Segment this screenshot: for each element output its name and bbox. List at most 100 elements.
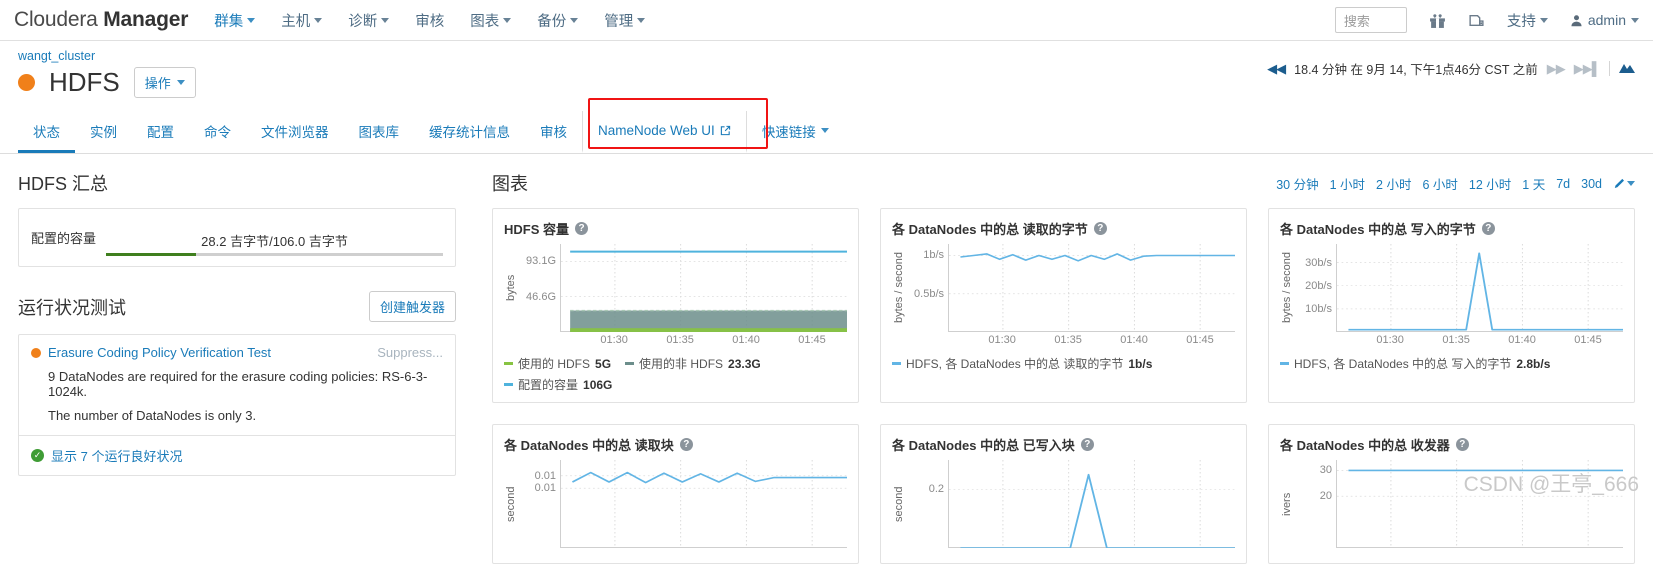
gift-icon[interactable]: [1429, 12, 1446, 29]
help-icon[interactable]: ?: [1080, 438, 1094, 451]
fast-forward-icon[interactable]: ▶▶: [1547, 61, 1566, 77]
chevron-down-icon: [820, 128, 829, 133]
range-7d[interactable]: 7d: [1556, 177, 1570, 191]
chevron-down-icon: [570, 17, 579, 23]
legend-label: HDFS, 各 DataNodes 中的总 读取的字节: [906, 357, 1124, 371]
nav-label: 管理: [604, 13, 634, 30]
nav-item-support[interactable]: 支持: [1507, 10, 1548, 31]
search-input-wrapper[interactable]: 搜索: [1334, 7, 1407, 33]
avatar-icon: [1571, 14, 1582, 26]
chart-canvas[interactable]: [948, 244, 1235, 332]
tab-quick-links[interactable]: 快速链接: [745, 111, 844, 153]
legend-item[interactable]: 配置的容量 106G: [504, 376, 612, 393]
help-icon[interactable]: ?: [1481, 222, 1495, 235]
tab-namenode-web-ui[interactable]: NameNode Web UI: [582, 111, 746, 153]
help-icon[interactable]: ?: [679, 438, 693, 451]
range-1hour[interactable]: 1 小时: [1330, 174, 1365, 193]
y-tick: 10b/s: [1305, 302, 1332, 315]
nav-label: 主机: [281, 13, 311, 30]
y-tick: 1b/s: [923, 249, 944, 262]
legend-label: 配置的容量: [518, 378, 579, 392]
y-tick: 30: [1319, 464, 1332, 477]
legend-swatch: [892, 362, 901, 365]
tab-label: 图表库: [358, 124, 400, 140]
range-30d[interactable]: 30d: [1581, 177, 1602, 191]
legend-item[interactable]: 使用的非 HDFS 23.3G: [625, 355, 761, 372]
help-icon[interactable]: ?: [1455, 438, 1469, 451]
x-tick: 01:40: [1508, 334, 1536, 346]
nav-item-audits[interactable]: 审核: [415, 10, 444, 31]
create-trigger-button[interactable]: 创建触发器: [368, 291, 456, 322]
health-test-item: Erasure Coding Policy Verification Test …: [19, 335, 455, 435]
chart-canvas[interactable]: [560, 244, 847, 332]
range-30min[interactable]: 30 分钟: [1276, 174, 1318, 193]
skip-to-end-icon[interactable]: ▶▶▌: [1574, 61, 1601, 77]
charts-grid: HDFS 容量? bytes 93.1G 46.6G 01:30 01:35 01:40 01…: [492, 208, 1635, 564]
y-axis-ticks: 0.2: [906, 460, 948, 548]
range-12hour[interactable]: 12 小时: [1469, 174, 1511, 193]
nav-item-hosts[interactable]: 主机: [281, 10, 323, 31]
page-title: HDFS: [49, 67, 120, 97]
range-1day[interactable]: 1 天: [1522, 174, 1545, 193]
check-circle-icon: ✓: [31, 449, 44, 462]
capacity-meter: 28.2 吉字节/106.0 吉字节: [106, 219, 443, 256]
tab-commands[interactable]: 命令: [189, 111, 246, 153]
chevron-down-icon: [314, 17, 323, 23]
app-brand[interactable]: Cloudera Manager: [14, 8, 188, 32]
tab-instances[interactable]: 实例: [75, 111, 132, 153]
pencil-icon[interactable]: [1613, 178, 1635, 190]
range-2hour[interactable]: 2 小时: [1376, 174, 1411, 193]
nav-item-backup[interactable]: 备份: [537, 10, 579, 31]
search-input[interactable]: 搜索: [1344, 11, 1370, 30]
health-good-row[interactable]: ✓ 显示 7 个运行良好状况: [19, 435, 455, 475]
nav-item-diagnostics[interactable]: 诊断: [348, 10, 390, 31]
legend-item[interactable]: 使用的 HDFS 5G: [504, 355, 611, 372]
legend-swatch: [504, 383, 513, 386]
y-tick: 0.2: [928, 483, 944, 496]
tab-audits[interactable]: 审核: [525, 111, 582, 153]
legend-item[interactable]: HDFS, 各 DataNodes 中的总 读取的字节 1b/s: [892, 355, 1152, 372]
help-icon[interactable]: ?: [1093, 222, 1107, 235]
tab-label: 文件浏览器: [261, 124, 329, 140]
page-header: wangt_cluster HDFS 操作 ◀◀ 18.4 分钟 在 9月 14…: [0, 41, 1653, 98]
chart-title: 各 DataNodes 中的总 已写入块?: [892, 435, 1235, 454]
tab-label: NameNode Web UI: [598, 123, 715, 138]
time-range-text: 18.4 分钟 在 9月 14, 下午1点46分 CST 之前: [1294, 63, 1538, 77]
nav-item-charts[interactable]: 图表: [470, 10, 512, 31]
x-tick: 01:45: [1574, 334, 1602, 346]
chart-canvas[interactable]: [1336, 244, 1623, 332]
user-label: admin: [1587, 12, 1626, 28]
health-test-name[interactable]: Erasure Coding Policy Verification Test: [48, 345, 271, 360]
chart-canvas[interactable]: [948, 460, 1235, 549]
chart-canvas[interactable]: [560, 460, 847, 548]
chart-plot: bytes / second 30b/s 20b/s 10b/s: [1280, 244, 1623, 332]
status-badge: [18, 74, 35, 91]
chart-icon[interactable]: [1619, 61, 1635, 77]
chart-canvas[interactable]: [1336, 460, 1623, 548]
suppress-link[interactable]: Suppress...: [377, 345, 443, 360]
tab-configuration[interactable]: 配置: [132, 111, 189, 153]
y-tick: 0.01: [534, 469, 556, 482]
nav-item-administration[interactable]: 管理: [604, 10, 646, 31]
x-tick: 01:40: [1120, 334, 1148, 346]
tab-status[interactable]: 状态: [18, 111, 75, 153]
support-label: 支持: [1506, 13, 1536, 30]
nav-item-clusters[interactable]: 群集: [214, 10, 256, 31]
show-good-health-link[interactable]: 显示 7 个运行良好状况: [51, 446, 182, 465]
health-test-message-1: 9 DataNodes are required for the erasure…: [48, 369, 428, 399]
chart-plot: bytes / second 1b/s 0.5b/s: [892, 244, 1235, 332]
tab-file-browser[interactable]: 文件浏览器: [246, 111, 344, 153]
user-menu[interactable]: admin: [1570, 12, 1639, 28]
parcel-icon[interactable]: [1468, 12, 1485, 29]
actions-button[interactable]: 操作: [133, 67, 196, 98]
health-test-head: Erasure Coding Policy Verification Test …: [31, 345, 443, 360]
range-6hour[interactable]: 6 小时: [1422, 174, 1457, 193]
tab-cache-statistics[interactable]: 缓存统计信息: [414, 111, 525, 153]
chart-title-text: 各 DataNodes 中的总 收发器: [1280, 438, 1450, 453]
tab-charts-library[interactable]: 图表库: [344, 111, 415, 153]
help-icon[interactable]: ?: [575, 222, 589, 235]
y-axis-label: second: [893, 486, 905, 522]
legend-item[interactable]: HDFS, 各 DataNodes 中的总 写入的字节 2.8b/s: [1280, 355, 1550, 372]
rewind-icon[interactable]: ◀◀: [1267, 61, 1286, 77]
legend-label: 使用的非 HDFS: [639, 357, 724, 371]
